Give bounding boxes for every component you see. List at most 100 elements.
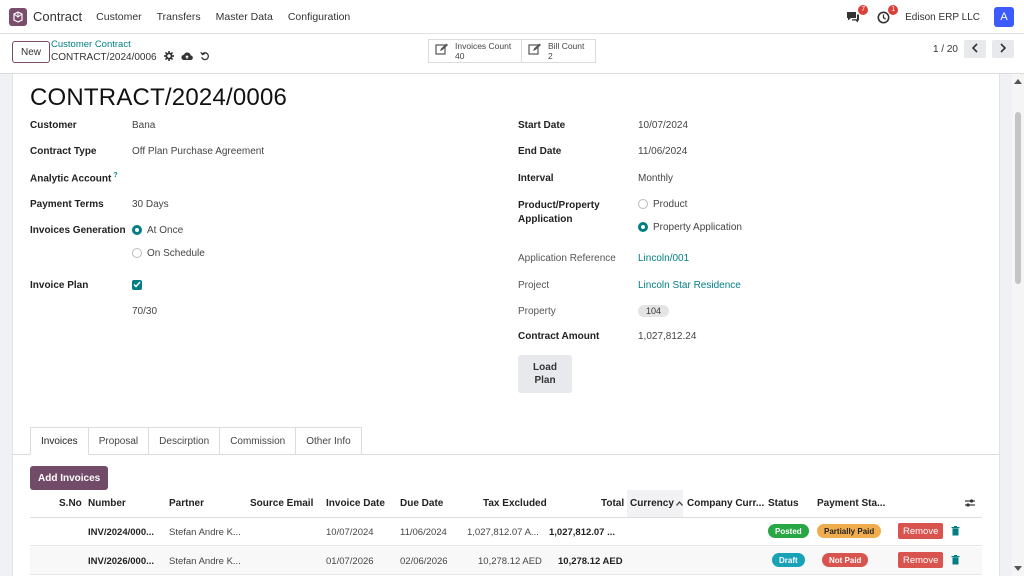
- col-number[interactable]: Number: [88, 498, 126, 509]
- cell-tax-excluded: 10,278.12 AED: [478, 556, 542, 567]
- cell-tax-excluded: 1,027,812.07 A...: [467, 527, 539, 538]
- cell-due-date: 11/06/2024: [400, 527, 447, 538]
- scroll-up-arrow-icon[interactable]: [1014, 76, 1022, 87]
- interval-label: Interval: [518, 173, 554, 184]
- remove-button[interactable]: Remove: [898, 523, 944, 539]
- control-panel: New Customer Contract CONTRACT/2024/0006…: [0, 34, 1024, 74]
- messages-icon[interactable]: 7: [845, 5, 869, 25]
- col-source-email[interactable]: Source Email: [250, 498, 313, 509]
- customer-field[interactable]: Bana: [132, 120, 155, 131]
- product-property-label: Product/Property Application: [518, 200, 600, 225]
- cell-total: 1,027,812.07 ...: [549, 527, 616, 538]
- col-currency[interactable]: Currency: [630, 498, 683, 509]
- col-due-date[interactable]: Due Date: [400, 498, 443, 509]
- pencil-square-icon: [435, 43, 449, 59]
- start-date-label: Start Date: [518, 120, 566, 131]
- breadcrumb-current: CONTRACT/2024/0006: [51, 52, 157, 63]
- radio-on-schedule[interactable]: [132, 248, 142, 258]
- menu-master-data[interactable]: Master Data: [216, 11, 273, 23]
- application-reference-label: Application Reference: [518, 253, 616, 264]
- end-date-field[interactable]: 11/06/2024: [638, 146, 687, 157]
- trash-icon[interactable]: [951, 555, 960, 568]
- cell-invoice-date: 10/07/2024: [326, 527, 374, 538]
- activity-clock-icon[interactable]: 1: [875, 5, 899, 25]
- column-settings-icon[interactable]: [964, 498, 976, 511]
- breadcrumb: Customer Contract CONTRACT/2024/0006: [51, 39, 210, 64]
- invoices-count-button[interactable]: Invoices Count 40: [428, 39, 522, 63]
- cloud-upload-icon[interactable]: [181, 51, 193, 64]
- bill-count-button[interactable]: Bill Count 2: [521, 39, 596, 63]
- invoices-count-value: 40: [455, 51, 465, 61]
- undo-icon[interactable]: [199, 51, 210, 64]
- table-row[interactable]: INV/2026/000... Stefan Andre K... 01/07/…: [30, 547, 982, 575]
- remove-button[interactable]: Remove: [898, 552, 944, 568]
- payment-terms-label: Payment Terms: [30, 199, 104, 210]
- start-date-field[interactable]: 10/07/2024: [638, 120, 688, 131]
- col-payment-status[interactable]: Payment Sta...: [817, 498, 885, 509]
- form-sheet: CONTRACT/2024/0006 Customer Bana Contrac…: [12, 74, 1000, 576]
- tab-description[interactable]: Descirption: [149, 427, 221, 455]
- on-schedule-option-label: On Schedule: [147, 248, 205, 259]
- end-date-label: End Date: [518, 146, 562, 157]
- trash-icon[interactable]: [951, 526, 960, 539]
- add-invoices-button[interactable]: Add Invoices: [30, 466, 109, 490]
- interval-field[interactable]: Monthly: [638, 173, 673, 184]
- main-menu: Customer Transfers Master Data Configura…: [96, 11, 350, 23]
- tab-invoices[interactable]: Invoices: [30, 427, 89, 455]
- analytic-account-field[interactable]: [132, 172, 282, 184]
- radio-product[interactable]: [638, 199, 648, 209]
- project-link[interactable]: Lincoln Star Residence: [638, 280, 741, 291]
- col-invoice-date[interactable]: Invoice Date: [326, 498, 385, 509]
- contract-type-field[interactable]: Off Plan Purchase Agreement: [132, 146, 264, 157]
- pager-previous-button[interactable]: [964, 40, 986, 58]
- menu-customer[interactable]: Customer: [96, 11, 142, 23]
- bill-count-label: Bill Count: [548, 41, 585, 51]
- col-total[interactable]: Total: [601, 498, 624, 509]
- notebook-tabs: Invoices Proposal Descirption Commission…: [30, 427, 362, 455]
- application-reference-link[interactable]: Lincoln/001: [638, 253, 689, 264]
- col-sno[interactable]: S.No: [59, 498, 82, 509]
- invoice-plan-field[interactable]: 70/30: [132, 306, 157, 317]
- top-navbar: Contract Customer Transfers Master Data …: [0, 0, 1024, 34]
- app-logo-icon[interactable]: [9, 7, 27, 26]
- cell-number: INV/2024/000...: [88, 527, 155, 538]
- messages-badge: 7: [858, 5, 869, 15]
- col-status[interactable]: Status: [768, 498, 799, 509]
- property-label: Property: [518, 306, 556, 317]
- invoice-plan-checkbox[interactable]: [132, 280, 142, 290]
- page-scrollbar[interactable]: [1012, 74, 1024, 576]
- cell-number: INV/2026/000...: [88, 556, 155, 567]
- scrollbar-thumb[interactable]: [1015, 112, 1021, 284]
- menu-transfers[interactable]: Transfers: [157, 11, 201, 23]
- new-button[interactable]: New: [12, 41, 51, 63]
- app-title[interactable]: Contract: [33, 9, 82, 24]
- pager-value[interactable]: 1 / 20: [933, 44, 958, 55]
- col-company-currency[interactable]: Company Curr...: [687, 498, 764, 509]
- breadcrumb-parent[interactable]: Customer Contract: [51, 39, 210, 50]
- radio-at-once[interactable]: [132, 225, 142, 235]
- scroll-down-arrow-icon[interactable]: [1014, 564, 1022, 575]
- record-title: CONTRACT/2024/0006: [30, 84, 288, 111]
- table-row[interactable]: INV/2024/000... Stefan Andre K... 10/07/…: [30, 518, 982, 546]
- bill-count-value: 2: [548, 51, 553, 61]
- tab-proposal[interactable]: Proposal: [88, 427, 150, 455]
- load-plan-button[interactable]: Load Plan: [518, 355, 572, 393]
- tab-commission[interactable]: Commission: [220, 427, 297, 455]
- navbar-right: 7 1 Edison ERP LLC A: [845, 0, 1014, 34]
- payment-status-badge: Not Paid: [822, 553, 869, 567]
- tab-other-info[interactable]: Other Info: [296, 427, 362, 455]
- property-tag[interactable]: 104: [638, 305, 670, 317]
- gear-icon[interactable]: [163, 51, 174, 64]
- company-switcher[interactable]: Edison ERP LLC: [905, 12, 980, 23]
- pager-next-button[interactable]: [992, 40, 1014, 58]
- payment-terms-field[interactable]: 30 Days: [132, 199, 169, 210]
- help-tooltip-icon[interactable]: ?: [113, 172, 117, 179]
- user-avatar[interactable]: A: [994, 7, 1014, 27]
- radio-property-application[interactable]: [638, 222, 648, 232]
- contract-amount-label: Contract Amount: [518, 331, 600, 342]
- status-badge: Posted: [768, 524, 809, 538]
- menu-configuration[interactable]: Configuration: [288, 11, 350, 23]
- chevron-right-icon: [999, 42, 1007, 56]
- col-tax-excluded[interactable]: Tax Excluded: [483, 498, 547, 509]
- col-partner[interactable]: Partner: [169, 498, 204, 509]
